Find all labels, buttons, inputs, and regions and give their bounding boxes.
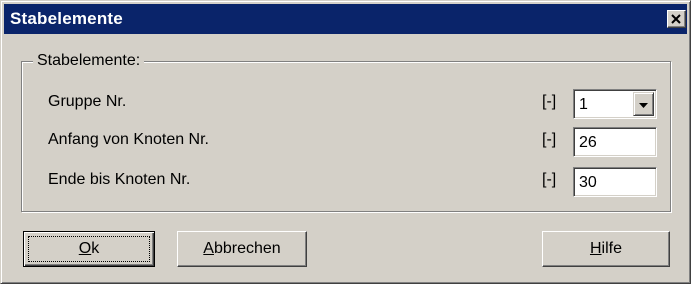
combobox-dropdown-button[interactable]: [633, 92, 654, 116]
help-label-rest: ilfe: [601, 240, 622, 257]
gruppe-unit-label: [-]: [542, 93, 557, 110]
ende-knoten-label: Ende bis Knoten Nr.: [48, 171, 191, 188]
gruppe-label: Gruppe Nr.: [48, 93, 127, 110]
help-mnemonic: H: [589, 240, 602, 257]
groupbox-legend: Stabelemente:: [33, 52, 145, 70]
title-bar[interactable]: Stabelemente: [4, 4, 687, 34]
gruppe-combobox-value: 1: [579, 96, 588, 113]
ende-knoten-input[interactable]: 30: [573, 167, 657, 197]
cancel-label-rest: bbrechen: [213, 240, 281, 257]
gruppe-combobox[interactable]: 1: [573, 89, 657, 119]
cancel-mnemonic: A: [203, 240, 214, 257]
anfang-knoten-unit-label: [-]: [542, 131, 557, 148]
focus-rectangle: [28, 236, 150, 262]
cancel-button-label: Abbrechen: [203, 240, 280, 258]
close-icon: [671, 14, 682, 24]
window-title: Stabelemente: [10, 9, 123, 28]
chevron-down-icon: [639, 95, 648, 113]
ende-knoten-unit-label: [-]: [542, 171, 557, 188]
anfang-knoten-label: Anfang von Knoten Nr.: [48, 131, 209, 148]
anfang-knoten-input[interactable]: 26: [573, 127, 657, 157]
close-button[interactable]: [667, 10, 686, 28]
help-button[interactable]: Hilfe: [542, 231, 670, 267]
ok-button[interactable]: Ok: [23, 231, 155, 267]
cancel-button[interactable]: Abbrechen: [177, 231, 307, 267]
help-button-label: Hilfe: [590, 240, 622, 258]
